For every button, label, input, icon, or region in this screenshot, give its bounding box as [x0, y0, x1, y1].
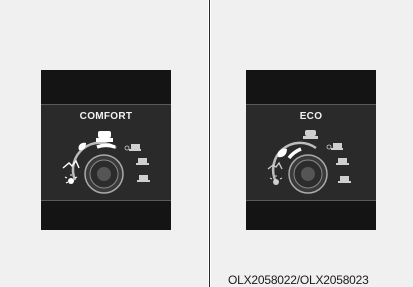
figure-caption: OLX2058022/OLX2058023 — [228, 273, 369, 287]
car-incline-icon — [136, 158, 149, 165]
knob-icon — [84, 154, 124, 194]
sun-glare-icon — [269, 175, 283, 185]
car-snow-icon — [326, 143, 343, 150]
leaf-icon — [78, 142, 86, 151]
car-snow-icon — [124, 144, 141, 151]
car-front-icon — [96, 131, 113, 142]
car-sand-icon — [137, 175, 150, 182]
knob-icon — [288, 154, 328, 194]
panel-divider — [209, 0, 210, 287]
eco-mode-display: ECO — [246, 70, 376, 230]
drive-mode-dial — [267, 130, 351, 194]
comfort-mode-display: COMFORT — [41, 70, 171, 230]
car-sand-icon — [338, 176, 351, 183]
car-incline-icon — [336, 158, 349, 165]
active-indicator — [96, 143, 116, 149]
leaf-icon — [277, 148, 287, 158]
drive-mode-dial — [62, 131, 150, 194]
mountain-road-icon — [62, 159, 80, 169]
car-front-icon — [303, 130, 318, 139]
